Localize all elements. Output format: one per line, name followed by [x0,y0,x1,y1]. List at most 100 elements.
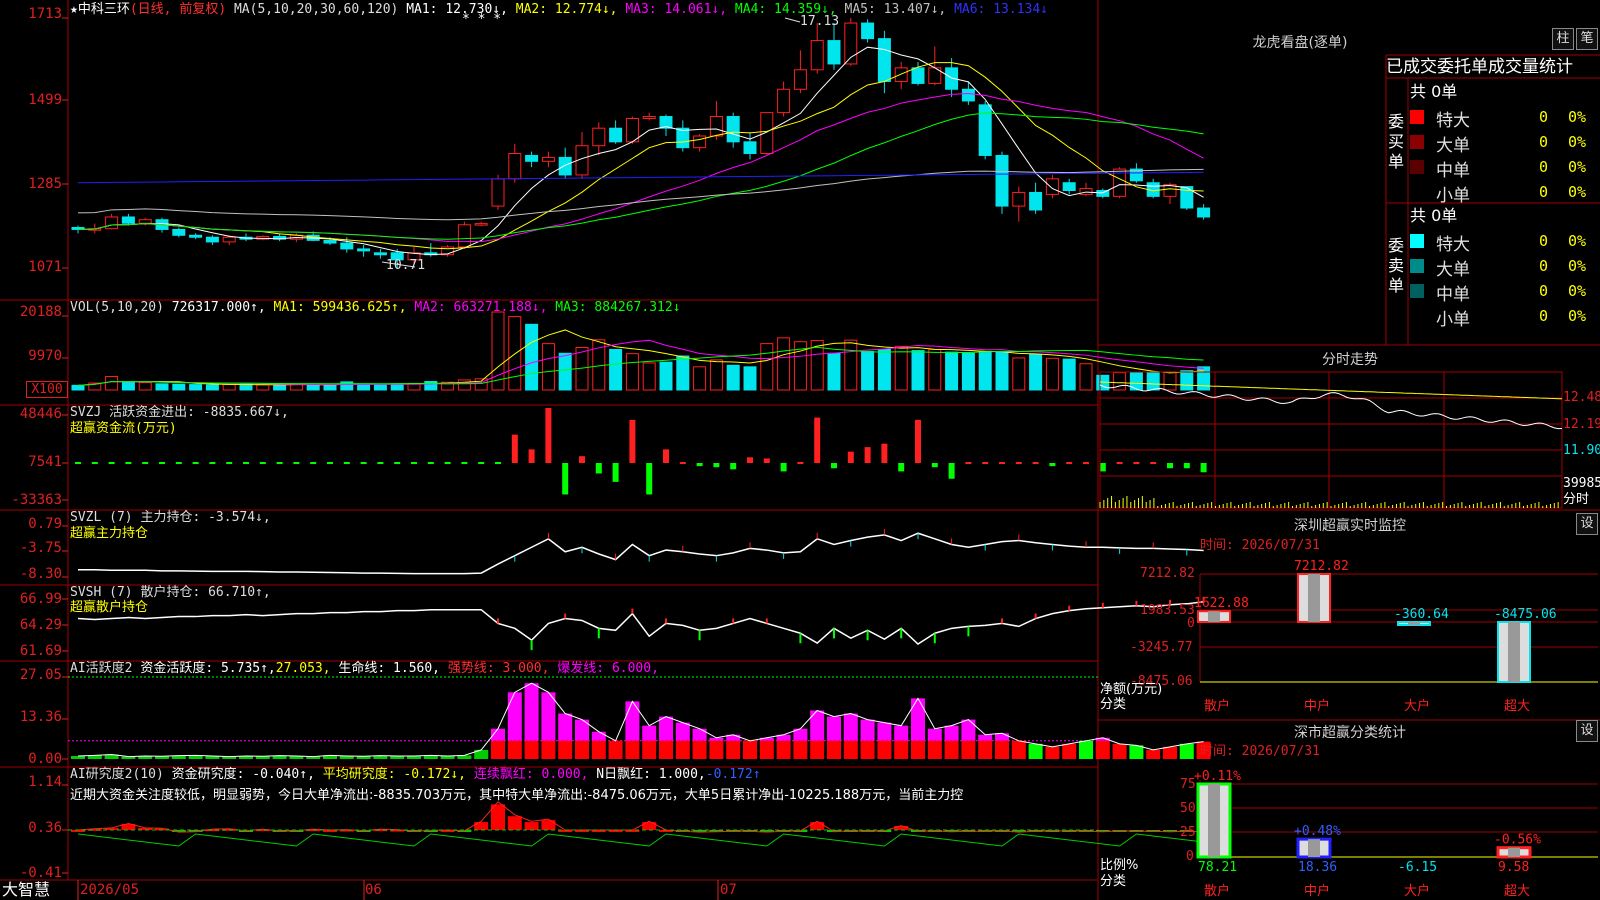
activity-bar[interactable] [743,740,757,759]
volume-bar[interactable] [373,384,387,391]
candle-body[interactable] [709,116,723,137]
volume-bar[interactable] [306,384,320,391]
fund-flow-bar[interactable] [730,463,737,470]
activity-bar-top[interactable] [995,733,1009,741]
volume-bar[interactable] [609,348,623,391]
activity-bar[interactable] [1011,740,1026,759]
candle-body[interactable] [1029,191,1043,211]
volume-bar[interactable] [541,343,555,391]
activity-bar-base[interactable] [810,740,825,759]
fund-flow-bar[interactable] [595,463,602,474]
candle-body[interactable] [777,88,791,114]
activity-bar-top[interactable] [911,698,925,741]
candle-body[interactable] [793,69,807,90]
classify-settings-button[interactable]: 设 [1576,720,1598,742]
candle-body[interactable] [323,239,337,244]
activity-bar-base[interactable] [995,740,1009,759]
activity-bar-top[interactable] [692,728,707,741]
candle-body[interactable] [961,88,975,102]
activity-bar-base[interactable] [491,740,505,759]
activity-bar-top[interactable] [877,722,892,741]
activity-bar-top[interactable] [894,725,909,741]
activity-bar-top[interactable] [810,710,825,741]
volume-bar[interactable] [105,375,119,391]
candle-body[interactable] [877,38,891,82]
activity-bar-base[interactable] [843,740,858,759]
activity-bar-base[interactable] [1095,740,1110,759]
activity-bar[interactable] [1079,740,1093,759]
volume-bar[interactable] [256,384,270,391]
activity-bar-top[interactable] [961,719,976,741]
fund-flow-bar[interactable] [898,463,905,472]
volume-bar[interactable] [961,352,975,391]
fund-flow-bar[interactable] [629,419,636,463]
vol-unit-label[interactable]: X100 [26,381,68,398]
candle-body[interactable] [1096,190,1110,197]
bar-mode-button[interactable]: 柱 [1552,28,1574,50]
candle-body[interactable] [558,156,572,176]
research-bar[interactable] [894,826,909,830]
activity-bar-base[interactable] [978,740,993,759]
candle-body[interactable] [911,67,925,84]
fund-flow-bar[interactable] [831,463,837,469]
candle-body[interactable] [541,156,555,162]
volume-bar[interactable] [1146,372,1160,391]
candle-body[interactable] [642,116,656,119]
activity-bar-base[interactable] [642,740,657,759]
favorite-star-icon[interactable]: ★ [70,2,78,17]
volume-bar[interactable] [491,311,505,391]
volume-bar[interactable] [273,384,287,391]
candle-body[interactable] [457,224,471,248]
candle-body[interactable] [525,154,539,162]
volume-bar[interactable] [1012,357,1026,391]
activity-bar-base[interactable] [726,740,741,759]
activity-bar-base[interactable] [827,740,841,759]
candle-body[interactable] [693,135,707,149]
volume-bar[interactable] [844,339,858,391]
activity-bar-top[interactable] [860,719,875,741]
volume-bar[interactable] [508,316,522,391]
fund-flow-bar[interactable] [528,449,535,463]
fund-flow-bar[interactable] [747,457,753,463]
activity-bar-top[interactable] [507,692,522,741]
volume-bar[interactable] [1029,353,1043,391]
activity-bar-top[interactable] [642,725,657,741]
activity-bar-base[interactable] [860,740,875,759]
candle-body[interactable] [1079,188,1093,195]
fund-flow-bar[interactable] [1167,463,1173,469]
candle-body[interactable] [121,216,135,224]
activity-bar-base[interactable] [944,740,959,759]
fund-flow-bar[interactable] [931,463,938,468]
volume-bar[interactable] [693,366,707,391]
fund-flow-bar[interactable] [646,463,653,495]
volume-bar[interactable] [340,381,354,391]
candle-body[interactable] [861,22,875,40]
volume-bar[interactable] [1079,363,1093,391]
activity-bar-top[interactable] [978,734,993,741]
activity-bar-top[interactable] [659,716,673,741]
activity-bar[interactable] [1028,743,1043,759]
candle-body[interactable] [1012,191,1026,207]
activity-bar-base[interactable] [591,740,606,759]
activity-bar-base[interactable] [961,740,976,759]
activity-bar-top[interactable] [558,713,573,741]
activity-bar-base[interactable] [659,740,673,759]
volume-bar[interactable] [911,350,925,391]
candle-body[interactable] [222,236,236,243]
activity-bar-base[interactable] [575,740,589,759]
fund-flow-bar[interactable] [1049,463,1056,467]
activity-bar-top[interactable] [944,725,959,741]
candle-body[interactable] [205,236,219,243]
volume-bar[interactable] [1045,357,1059,391]
volume-bar[interactable] [659,361,673,391]
candle-body[interactable] [827,40,841,65]
activity-bar-base[interactable] [776,740,791,759]
candle-body[interactable] [508,153,522,180]
candle-body[interactable] [609,127,623,143]
candle-body[interactable] [743,141,757,155]
fund-flow-bar[interactable] [814,417,821,463]
activity-bar-top[interactable] [675,722,690,741]
volume-bar[interactable] [172,383,186,391]
candle-body[interactable] [172,228,186,236]
brand-label[interactable]: 大智慧 [2,880,50,900]
